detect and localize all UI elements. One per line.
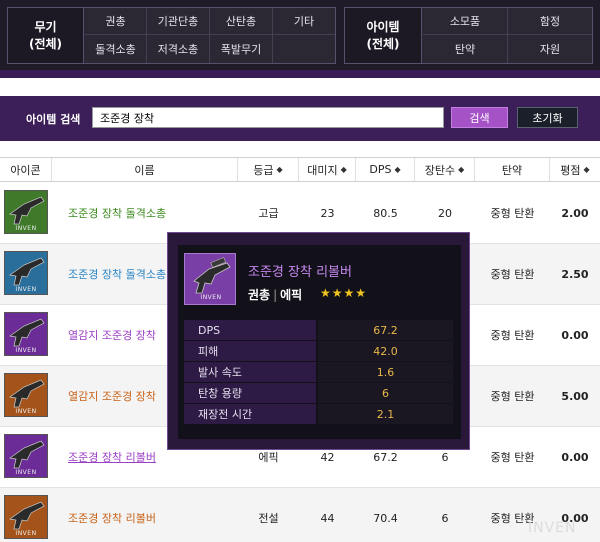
header-grade-sort[interactable]: 등급 ◆ <box>238 158 299 181</box>
cell-name: 조준경 장착 리볼버 <box>68 488 238 542</box>
category-consumable[interactable]: 소모품 <box>423 8 508 35</box>
search-bar: 아이템 검색 검색 초기화 <box>0 96 600 141</box>
tooltip-body: INVEN 조준경 장착 리볼버 권총 | 에픽 ★★★★ DPS 67.2 피해 42.… <box>178 245 461 439</box>
item-category-box: 아이템 (전체) 소모품 함정 탄약 자원 <box>344 7 593 64</box>
cell-ammo: 중형 탄환 <box>490 451 535 464</box>
header-damage-sort[interactable]: 대미지 ◆ <box>299 158 356 181</box>
cell-ammo: 중형 탄환 <box>490 207 535 220</box>
item-name-link[interactable]: 조준경 장착 돌격소총 <box>68 205 166 221</box>
cell-score: 2.00 <box>561 206 589 220</box>
icon-label: INVEN <box>15 530 37 537</box>
weapon-icon[interactable]: INVEN <box>4 373 48 417</box>
cell-damage: 44 <box>320 511 335 525</box>
category-explosive[interactable]: 폭발무기 <box>210 35 273 63</box>
stat-row: 발사 속도 1.6 <box>184 362 453 382</box>
stat-value: 67.2 <box>318 320 453 340</box>
stat-value: 6 <box>318 383 453 403</box>
item-name-link[interactable]: 조준경 장착 리볼버 <box>68 449 156 465</box>
weapon-all-button[interactable]: 무기 (전체) <box>8 8 84 63</box>
tooltip-item-name: 조준경 장착 리볼버 <box>248 265 352 280</box>
sort-icon: ◆ <box>340 165 347 174</box>
item-tooltip: INVEN 조준경 장착 리볼버 권총 | 에픽 ★★★★ DPS 67.2 피해 42.… <box>167 232 470 450</box>
table-header: 아이콘 이름 등급 ◆ 대미지 ◆ DPS ◆ 장탄수 ◆ 탄약 평점 ◆ <box>0 157 600 182</box>
header-name: 이름 <box>52 158 238 181</box>
category-shotgun[interactable]: 산탄총 <box>210 8 273 35</box>
stat-row: 탄창 용량 6 <box>184 383 453 403</box>
stat-value: 42.0 <box>318 341 453 361</box>
item-name-link[interactable]: 조준경 장착 돌격소총 <box>68 266 166 282</box>
stat-row: 피해 42.0 <box>184 341 453 361</box>
cell-score: 0.00 <box>561 328 589 342</box>
cell-dps: 70.4 <box>373 511 398 525</box>
item-name-link[interactable]: 열감지 조준경 장착 <box>68 388 156 404</box>
category-resource[interactable]: 자원 <box>508 35 592 63</box>
category-pistol[interactable]: 권총 <box>85 8 147 35</box>
category-etc[interactable]: 기타 <box>273 8 335 35</box>
stat-label: 발사 속도 <box>184 362 316 382</box>
stat-value: 1.6 <box>318 362 453 382</box>
weapon-icon[interactable]: INVEN <box>4 495 48 539</box>
star-rating: ★★★★ <box>320 286 368 300</box>
weapon-icon[interactable]: INVEN <box>4 434 48 478</box>
header-icon: 아이콘 <box>0 158 52 181</box>
icon-label: INVEN <box>15 469 37 476</box>
header-dps-sort[interactable]: DPS ◆ <box>356 158 415 181</box>
search-button[interactable]: 검색 <box>451 107 508 128</box>
weapon-icon[interactable]: INVEN <box>4 312 48 356</box>
header-ammo: 탄약 <box>475 158 550 181</box>
cell-ammo: 중형 탄환 <box>490 390 535 403</box>
sort-icon: ◆ <box>583 165 590 174</box>
cell-ammo: 중형 탄환 <box>490 329 535 342</box>
category-bar: 무기 (전체) 권총 기관단총 산탄총 기타 돌격소총 저격소총 폭발무기 아이… <box>0 0 600 78</box>
header-score-sort[interactable]: 평점 ◆ <box>550 158 600 181</box>
category-assault-rifle[interactable]: 돌격소총 <box>85 35 147 63</box>
cell-grade: 전설 <box>258 512 279 525</box>
category-smg[interactable]: 기관단총 <box>147 8 210 35</box>
inven-watermark: INVEN <box>528 520 577 536</box>
icon-label: INVEN <box>15 286 37 293</box>
weapon-icon[interactable]: INVEN <box>4 251 48 295</box>
tooltip-item-type: 권총 | 에픽 <box>248 288 303 302</box>
category-sniper-rifle[interactable]: 저격소총 <box>147 35 210 63</box>
stat-row: DPS 67.2 <box>184 320 453 340</box>
item-name-link[interactable]: 조준경 장착 리볼버 <box>68 510 156 526</box>
header-mag-sort[interactable]: 장탄수 ◆ <box>415 158 475 181</box>
weapon-icon[interactable]: INVEN <box>4 190 48 234</box>
divider-bar <box>0 70 600 78</box>
weapon-category-box: 무기 (전체) 권총 기관단총 산탄총 기타 돌격소총 저격소총 폭발무기 <box>7 7 336 64</box>
icon-label: INVEN <box>15 225 37 232</box>
stat-row: 재장전 시간 2.1 <box>184 404 453 424</box>
cell-score: 2.50 <box>561 267 589 281</box>
item-all-button[interactable]: 아이템 (전체) <box>345 8 422 63</box>
item-name-link[interactable]: 열감지 조준경 장착 <box>68 327 156 343</box>
icon-label: INVEN <box>15 347 37 354</box>
reset-button[interactable]: 초기화 <box>517 107 578 128</box>
search-input[interactable] <box>92 107 444 128</box>
cell-score: 0.00 <box>561 450 589 464</box>
cell-ammo: 중형 탄환 <box>490 268 535 281</box>
category-empty <box>273 35 335 63</box>
stat-label: DPS <box>184 320 316 340</box>
stat-label: 피해 <box>184 341 316 361</box>
cell-mag: 6 <box>441 511 449 525</box>
table-row[interactable]: INVEN 조준경 장착 리볼버 전설 44 70.4 6 중형 탄환 0.00 <box>0 488 600 542</box>
icon-label: INVEN <box>200 294 222 301</box>
sort-icon: ◆ <box>276 165 283 174</box>
category-ammo[interactable]: 탄약 <box>423 35 508 63</box>
icon-label: INVEN <box>15 408 37 415</box>
sort-icon: ◆ <box>458 165 465 174</box>
revolver-icon: INVEN <box>184 253 236 305</box>
search-label: 아이템 검색 <box>26 113 81 126</box>
sort-icon: ◆ <box>394 165 401 174</box>
category-trap[interactable]: 함정 <box>508 8 592 35</box>
cell-score: 5.00 <box>561 389 589 403</box>
stat-label: 탄창 용량 <box>184 383 316 403</box>
stat-label: 재장전 시간 <box>184 404 316 424</box>
stat-value: 2.1 <box>318 404 453 424</box>
